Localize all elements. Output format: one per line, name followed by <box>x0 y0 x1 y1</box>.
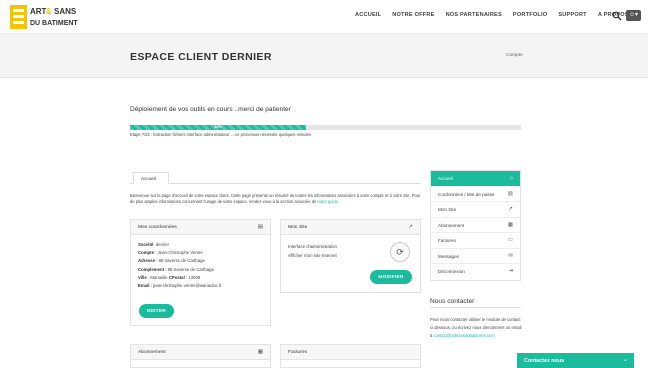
abonnement-panel: Abonnement ▦ <box>130 344 271 368</box>
guide-link[interactable]: notre guide <box>317 199 338 204</box>
menu-item-label: Factures <box>438 238 456 243</box>
deploy-title: Déploiement de vos outils en cours ..mer… <box>130 106 291 113</box>
page-title-band <box>0 34 648 78</box>
coords-row-ville: Ville : Marseille CPostal : 13008 <box>138 274 201 280</box>
page-title: ESPACE CLIENT DERNIER <box>130 51 272 63</box>
user-menu-button[interactable]: ☺▾ <box>626 10 641 21</box>
id-card-icon: ▤ <box>507 190 513 197</box>
site-header: ART & SANS DU BATIMENT ACCUEIL NOTRE OFF… <box>0 0 648 34</box>
coords-row-adresse: Adresse : 85 traverse de Carthage <box>138 258 205 264</box>
factures-panel: Factures <box>280 344 421 368</box>
coords-list: Société: dernier Compte : Jean-Christoph… <box>138 241 221 290</box>
account-menu: Accueil ⌂ Cordonnées / Mot de passe ▤ Mo… <box>430 170 521 281</box>
tab-divider <box>130 183 420 184</box>
coords-row-societe: Société: dernier <box>138 242 170 247</box>
main-nav: ACCUEIL NOTRE OFFRE NOS PARTENAIRES PORT… <box>355 12 640 18</box>
factures-panel-title: Factures <box>288 350 308 355</box>
contact-widget-bar[interactable]: Contactez nous ⌄ <box>517 353 634 368</box>
rocket-icon: ➚ <box>408 224 413 230</box>
logo[interactable]: ART & SANS DU BATIMENT <box>8 3 86 31</box>
coords-row-email: Email : jean-christophe.ventre@wanadoo.f… <box>138 283 222 289</box>
refresh-icon[interactable]: ⟳ <box>390 242 410 262</box>
menu-item-label: Cordonnées / Mot de passe <box>438 191 495 197</box>
menu-item-label: Messages <box>438 253 459 259</box>
nav-support[interactable]: SUPPORT <box>558 12 586 18</box>
factures-panel-header: Factures <box>281 345 420 360</box>
admin-interface-link[interactable]: Interface d'administration <box>288 242 337 251</box>
coords-row-complement: Complement : 85 traverse de Carthage <box>138 266 214 272</box>
deploy-step-text: Etape 7/22 : Extraction fichiers interfa… <box>130 132 311 137</box>
logout-icon: ⇥ <box>508 268 513 274</box>
contact-title: Nous contacter <box>430 298 475 305</box>
contact-text: Pour nous contacter utiliser le module d… <box>430 316 522 339</box>
logo-text-1: ART <box>30 7 47 16</box>
menu-item-coordonnees[interactable]: Cordonnées / Mot de passe ▤ <box>431 187 520 202</box>
intro-end: . <box>337 199 340 205</box>
chevron-down-icon: ⌄ <box>622 357 628 363</box>
menu-item-abonnement[interactable]: Abonnement ▦ <box>431 218 520 233</box>
money-icon: ▭ <box>507 237 513 243</box>
coords-row-compte: Compte : Jean-Christophe Ventre <box>138 250 203 256</box>
tab-accueil[interactable]: Accueil <box>133 172 169 184</box>
nav-notre-offre[interactable]: NOTRE OFFRE <box>392 12 434 18</box>
site-links: Interface d'administration Afficher mon … <box>288 242 337 260</box>
coords-panel-title: Mes coordonnées <box>138 225 177 230</box>
site-panel: Mon Site ➚ Interface d'administration Af… <box>280 219 421 293</box>
nav-nos-partenaires[interactable]: NOS PARTENAIRES <box>446 12 502 18</box>
id-card-icon: ▤ <box>257 224 263 230</box>
menu-item-factures[interactable]: Factures ▭ <box>431 233 520 249</box>
edit-button[interactable]: EDITER <box>139 304 174 318</box>
coords-panel-header: Mes coordonnées ▤ <box>131 220 270 235</box>
search-icon[interactable] <box>612 11 622 21</box>
calendar-icon: ▦ <box>507 221 513 228</box>
coords-panel: Mes coordonnées ▤ Société: dernier Compt… <box>130 219 271 326</box>
home-icon: ⌂ <box>509 175 513 181</box>
contact-widget-label: Contactez nous <box>524 358 565 364</box>
calendar-icon: ▦ <box>257 349 263 355</box>
menu-item-label: Déconnexion <box>438 269 465 274</box>
nav-accueil[interactable]: ACCUEIL <box>355 12 381 18</box>
menu-item-mon-site[interactable]: Mon Site ➚ <box>431 202 520 218</box>
menu-item-label: Mon Site <box>438 207 457 212</box>
logo-text-2: DU BATIMENT <box>30 20 78 27</box>
progress-fill: 45% <box>130 125 306 130</box>
intro-text: Bienvenue sur la page d'accueil de votre… <box>130 193 422 205</box>
rocket-icon: ➚ <box>508 206 513 212</box>
logo-ampersand: & <box>46 7 52 16</box>
contact-email-link[interactable]: contact@artsansdubatiment.com <box>434 333 495 338</box>
menu-item-label: Abonnement <box>438 222 465 228</box>
messages-icon: ✉ <box>508 252 513 259</box>
site-panel-header: Mon Site ➚ <box>281 220 420 235</box>
menu-item-deconnexion[interactable]: Déconnexion ⇥ <box>431 264 520 280</box>
view-site-link[interactable]: Afficher mon site Internet <box>288 251 337 260</box>
menu-item-messages[interactable]: Messages ✉ <box>431 249 520 264</box>
contact-divider <box>430 307 521 308</box>
abonnement-panel-header: Abonnement ▦ <box>131 345 270 360</box>
progress-label: 45% <box>214 125 222 129</box>
breadcrumb[interactable]: Compte <box>506 53 523 58</box>
abonnement-panel-title: Abonnement <box>138 350 166 355</box>
user-icon: ☺▾ <box>628 12 639 18</box>
deploy-progress-bar: 45% <box>130 125 521 130</box>
menu-item-label: Accueil <box>438 176 453 181</box>
modify-button[interactable]: MODIFIER <box>370 270 412 284</box>
menu-item-accueil[interactable]: Accueil ⌂ <box>431 171 520 187</box>
intro-body: Bienvenue sur la page d'accueil de votre… <box>130 193 421 205</box>
logo-text-1b: SANS <box>54 7 77 16</box>
site-panel-title: Mon Site <box>288 225 308 230</box>
nav-portfolio[interactable]: PORTFOLIO <box>513 12 547 18</box>
